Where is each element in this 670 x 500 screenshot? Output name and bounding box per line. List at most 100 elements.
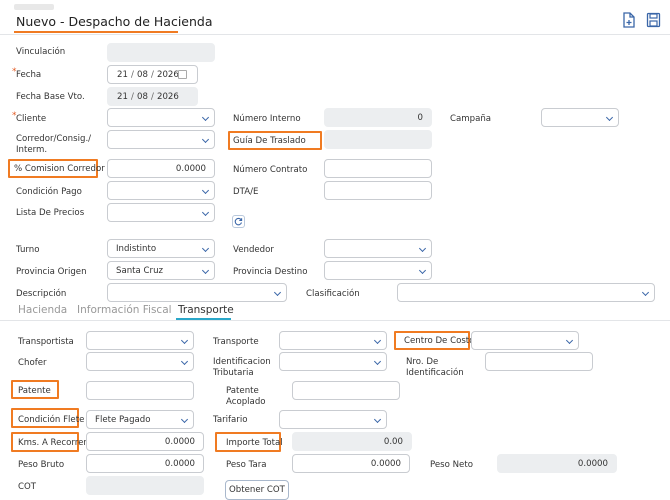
chevron-down-icon [373,357,382,366]
date-separator: / [131,92,134,102]
patente-input[interactable] [86,381,194,400]
descripcion-select[interactable] [107,283,287,302]
chevron-down-icon [201,113,210,122]
vinculacion-field [107,43,215,62]
fecha-base-label: Fecha Base Vto. [16,92,85,102]
corredor-label: Corredor/Consig./ Interm. [16,134,92,155]
provincia-origen-value: Santa Cruz [116,266,164,276]
title-underline [14,31,178,33]
condicion-flete-select[interactable]: Flete Pagado [86,410,194,429]
fecha-date-input[interactable]: 21 / 08 / 2026 [107,65,198,84]
new-document-icon[interactable] [622,12,636,28]
tarifario-select[interactable] [279,410,387,429]
peso-neto-value: 0.0000 [577,459,608,469]
patente-acoplado-label: Patente Acoplado [226,386,266,407]
page-title: Nuevo - Despacho de Hacienda [16,14,213,29]
peso-tara-value: 0.0000 [370,459,401,469]
centro-costo-select[interactable] [471,331,579,350]
turno-value: Indistinto [116,244,157,254]
condicion-flete-value: Flete Pagado [95,415,151,425]
numero-interno-field: 0 [324,108,432,127]
comision-input[interactable]: 0.0000 [107,159,215,178]
numero-contrato-input[interactable] [324,159,432,178]
vinculacion-label: Vinculación [16,47,66,57]
descripcion-label: Descripción [16,289,67,299]
tabs-divider [0,320,670,321]
fecha-label: Fecha [16,70,42,80]
numero-interno-value: 0 [417,113,423,123]
date-separator: / [151,92,154,102]
peso-bruto-value: 0.0000 [164,459,195,469]
peso-tara-label: Peso Tara [226,460,267,470]
chofer-select[interactable] [86,352,194,371]
transporte-select[interactable] [279,331,387,350]
comision-value: 0.0000 [175,164,206,174]
save-icon[interactable] [646,12,661,28]
provincia-destino-select[interactable] [324,261,432,280]
chevron-down-icon [641,288,650,297]
peso-bruto-label: Peso Bruto [18,460,65,470]
tab-transporte[interactable]: Transporte [178,304,234,316]
fecha-base-day: 21 [117,92,128,102]
vendedor-label: Vendedor [233,245,274,255]
chevron-down-icon [418,266,427,275]
chevron-down-icon [373,336,382,345]
tab-hacienda[interactable]: Hacienda [18,304,67,316]
cliente-label: Cliente [16,114,47,124]
turno-select[interactable]: Indistinto [107,239,215,258]
transportista-label: Transportista [18,337,74,347]
vendedor-select[interactable] [324,239,432,258]
comision-label: % Comision Corredor [14,164,105,174]
provincia-origen-label: Provincia Origen [16,267,87,277]
lista-precios-select[interactable] [107,203,215,222]
peso-bruto-input[interactable]: 0.0000 [86,454,204,473]
campana-select[interactable] [541,108,619,127]
date-separator: / [131,70,134,80]
guia-field [324,130,432,149]
fecha-base-date-field: 21 / 08 / 2026 [107,87,198,106]
dtae-input[interactable] [324,181,432,200]
chevron-down-icon [418,244,427,253]
chevron-down-icon [605,113,614,122]
corredor-select[interactable] [107,130,215,149]
kms-input[interactable]: 0.0000 [86,432,204,451]
nro-identificacion-input[interactable] [485,352,593,371]
chevron-down-icon [180,357,189,366]
chevron-down-icon [201,266,210,275]
nro-identificacion-label: Nro. De Identificación [406,357,464,378]
importe-total-label: Importe Total [226,438,283,448]
clasificacion-select[interactable] [397,283,655,302]
chevron-down-icon [201,135,210,144]
refresh-icon[interactable] [232,215,245,228]
peso-tara-input[interactable]: 0.0000 [292,454,410,473]
provincia-origen-select[interactable]: Santa Cruz [107,261,215,280]
breadcrumb [14,4,54,10]
peso-neto-field: 0.0000 [497,454,617,473]
fecha-month: 08 [137,70,148,80]
identificacion-select[interactable] [279,352,387,371]
patente-acoplado-input[interactable] [292,381,400,400]
header-divider [0,34,670,35]
transportista-select[interactable] [86,331,194,350]
identificacion-label: Identificacion Tributaria [213,357,271,378]
cliente-select[interactable] [107,108,215,127]
campana-label: Campaña [450,114,492,124]
tarifario-label: Tarifario [213,415,248,425]
chevron-down-icon [201,186,210,195]
obtener-cot-button[interactable]: Obtener COT [225,480,289,500]
clasificacion-label: Clasificación [306,289,360,299]
guia-label: Guía De Traslado [233,136,306,146]
provincia-destino-label: Provincia Destino [233,267,308,277]
kms-value: 0.0000 [164,437,195,447]
condicion-flete-label: Condición Flete [18,415,85,425]
cot-label: COT [18,482,37,492]
fecha-day: 21 [117,70,128,80]
tab-informacion-fiscal[interactable]: Información Fiscal [77,304,172,316]
chofer-label: Chofer [18,358,47,368]
chevron-down-icon [373,415,382,424]
turno-label: Turno [16,245,40,255]
condicion-pago-select[interactable] [107,181,215,200]
calendar-icon[interactable] [178,70,187,79]
chevron-down-icon [201,244,210,253]
cot-field [86,476,204,495]
